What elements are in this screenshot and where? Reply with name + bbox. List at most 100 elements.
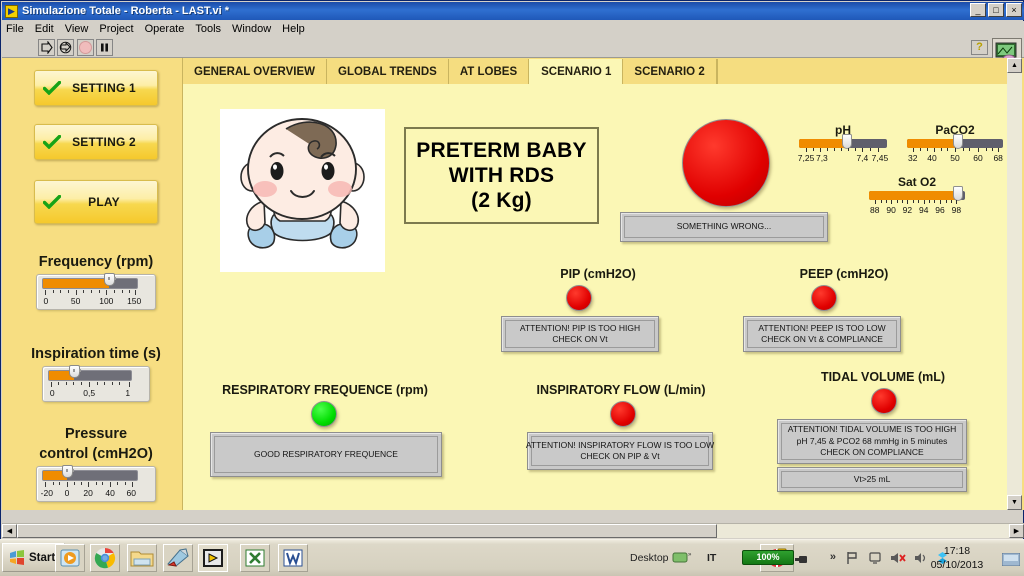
diagnosis-line-3: (2 Kg) bbox=[471, 189, 532, 212]
tab-global-trends[interactable]: GLOBAL TRENDS bbox=[327, 59, 449, 84]
language-indicator[interactable]: IT bbox=[707, 552, 716, 564]
vertical-scrollbar[interactable]: ▲ ▼ bbox=[1007, 58, 1022, 510]
labview-vi-icon: ▶ bbox=[5, 4, 18, 18]
frequency-tick-1: 50 bbox=[70, 296, 81, 306]
media-player-icon[interactable] bbox=[55, 544, 85, 572]
run-arrow-icon[interactable] bbox=[38, 39, 55, 56]
scroll-up-arrow-icon[interactable]: ▲ bbox=[1007, 58, 1022, 73]
tidal-volume-message-line-2: pH 7,45 & PCO2 68 mmHg in 5 minutes bbox=[796, 435, 948, 446]
run-continuously-icon[interactable] bbox=[57, 39, 74, 56]
maximize-button[interactable]: □ bbox=[988, 3, 1004, 17]
menu-tools[interactable]: Tools bbox=[195, 23, 221, 35]
setting-1-label: SETTING 1 bbox=[72, 81, 136, 95]
close-button[interactable]: × bbox=[1006, 3, 1022, 17]
play-button[interactable]: PLAY bbox=[34, 180, 158, 224]
labview-icon[interactable] bbox=[198, 544, 228, 572]
preterm-baby-illustration bbox=[220, 109, 385, 272]
paco2-slider-knob bbox=[952, 134, 963, 149]
diagnosis-line-2: WITH RDS bbox=[448, 164, 555, 187]
paint-icon[interactable] bbox=[163, 544, 193, 572]
pressure-tick-2: 20 bbox=[83, 488, 93, 498]
show-desktop-icon[interactable] bbox=[1001, 552, 1021, 571]
context-help-icon[interactable]: ? bbox=[971, 40, 988, 55]
inspiration-time-label: Inspiration time (s) bbox=[31, 346, 161, 362]
inspiration-time-tick-2: 1 bbox=[125, 388, 131, 398]
pressure-tick-1: 0 bbox=[64, 488, 70, 498]
pressure-tick-0: -20 bbox=[40, 488, 53, 498]
paco2-tick-4: 68 bbox=[993, 153, 1003, 163]
tab-general-overview[interactable]: GENERAL OVERVIEW bbox=[183, 59, 327, 84]
desktop-peek-icon[interactable]: » bbox=[672, 549, 694, 570]
network-icon[interactable] bbox=[868, 551, 882, 570]
tab-strip: GENERAL OVERVIEW GLOBAL TRENDS AT LOBES … bbox=[183, 58, 1017, 84]
paco2-tick-1: 40 bbox=[927, 153, 937, 163]
inspiratory-flow-message-line-2: CHECK ON PIP & Vt bbox=[580, 451, 660, 461]
volume-mute-icon[interactable] bbox=[890, 551, 906, 570]
tab-at-lobes[interactable]: AT LOBES bbox=[448, 59, 530, 84]
battery-indicator[interactable]: 100% bbox=[742, 550, 794, 565]
inspiration-time-slider[interactable]: 0 0,5 1 bbox=[42, 365, 150, 402]
pressure-control-slider[interactable]: -20 0 20 40 60 bbox=[36, 465, 156, 502]
green-check-icon bbox=[42, 80, 62, 96]
horizontal-scrollbar[interactable]: ◀ ▶ bbox=[2, 523, 1024, 538]
windows-flag-icon bbox=[10, 550, 24, 565]
paco2-indicator-group: PaCO2 32 40 50 60 68 bbox=[901, 123, 1009, 164]
menu-operate[interactable]: Operate bbox=[145, 23, 185, 35]
clock[interactable]: 17:18 05/10/2013 bbox=[920, 544, 994, 572]
pip-led bbox=[566, 285, 592, 311]
ph-tick-2: 7,4 bbox=[856, 153, 869, 163]
tab-strip-filler bbox=[716, 59, 1017, 84]
sato2-slider-knob bbox=[953, 186, 964, 201]
windows-taskbar: Start Desktop » IT 100% » 17:18 05/10/20… bbox=[0, 539, 1024, 576]
peep-message-line-2: CHECK ON Vt & COMPLIANCE bbox=[761, 334, 883, 344]
pause-icon[interactable] bbox=[96, 39, 113, 56]
tab-scenario-2[interactable]: SCENARIO 2 bbox=[623, 59, 717, 84]
horizontal-scroll-thumb[interactable] bbox=[17, 524, 717, 538]
sato2-tick-4: 96 bbox=[935, 205, 945, 215]
tab-scenario-1[interactable]: SCENARIO 1 bbox=[529, 59, 624, 84]
file-explorer-icon[interactable] bbox=[127, 544, 157, 572]
excel-icon[interactable] bbox=[240, 544, 270, 572]
frequency-slider[interactable]: 0 50 100 150 bbox=[36, 273, 156, 310]
power-plug-icon bbox=[795, 552, 809, 570]
scroll-right-arrow-icon[interactable]: ▶ bbox=[1009, 524, 1024, 538]
menu-edit[interactable]: Edit bbox=[35, 23, 54, 35]
frequency-tick-2: 100 bbox=[99, 296, 114, 306]
labview-application-window: ▶ Simulazione Totale - Roberta - LAST.vi… bbox=[0, 0, 1024, 540]
setting-2-button[interactable]: SETTING 2 bbox=[34, 124, 158, 160]
inspiratory-flow-message-line-1: ATTENTION! INSPIRATORY FLOW IS TOO LOW bbox=[525, 439, 715, 450]
clock-time: 17:18 bbox=[943, 545, 971, 557]
peep-message-line-1: ATTENTION! PEEP IS TOO LOW bbox=[758, 322, 886, 333]
frequency-slider-knob[interactable] bbox=[103, 273, 116, 286]
menu-help[interactable]: Help bbox=[282, 23, 305, 35]
chrome-icon[interactable] bbox=[90, 544, 120, 572]
setting-1-button[interactable]: SETTING 1 bbox=[34, 70, 158, 106]
control-sidebar: SETTING 1 SETTING 2 PLAY Frequency (rpm)… bbox=[10, 58, 182, 510]
setting-2-label: SETTING 2 bbox=[72, 135, 136, 149]
pressure-control-slider-knob[interactable] bbox=[62, 465, 75, 478]
tidal-volume-secondary-message: Vt>25 mL bbox=[853, 473, 891, 484]
frequency-tick-3: 150 bbox=[127, 296, 142, 306]
svg-text:»: » bbox=[688, 552, 692, 558]
scroll-left-arrow-icon[interactable]: ◀ bbox=[2, 524, 17, 538]
respiratory-frequence-led bbox=[311, 401, 337, 427]
desktop-background: ▶ Simulazione Totale - Roberta - LAST.vi… bbox=[0, 0, 1024, 576]
menu-view[interactable]: View bbox=[65, 23, 89, 35]
inspiration-time-slider-knob[interactable] bbox=[68, 365, 81, 378]
word-icon[interactable] bbox=[278, 544, 308, 572]
menu-project[interactable]: Project bbox=[99, 23, 133, 35]
flag-icon[interactable] bbox=[845, 551, 859, 570]
minimize-button[interactable]: _ bbox=[970, 3, 986, 17]
respiratory-frequence-message-line-1: GOOD RESPIRATORY FREQUENCE bbox=[254, 448, 398, 459]
scroll-down-arrow-icon[interactable]: ▼ bbox=[1007, 495, 1022, 510]
menu-window[interactable]: Window bbox=[232, 23, 271, 35]
inspiration-time-tick-1: 0,5 bbox=[83, 388, 96, 398]
sato2-tick-0: 88 bbox=[870, 205, 880, 215]
ph-tick-3: 7,45 bbox=[871, 153, 889, 163]
sato2-tick-5: 98 bbox=[951, 205, 962, 215]
chevron-up-icon[interactable]: » bbox=[830, 551, 836, 563]
sato2-tick-3: 94 bbox=[918, 205, 929, 215]
menu-file[interactable]: File bbox=[6, 23, 24, 35]
desktop-label[interactable]: Desktop bbox=[630, 552, 669, 564]
respiratory-frequence-label: RESPIRATORY FREQUENCE (rpm) bbox=[222, 383, 428, 397]
